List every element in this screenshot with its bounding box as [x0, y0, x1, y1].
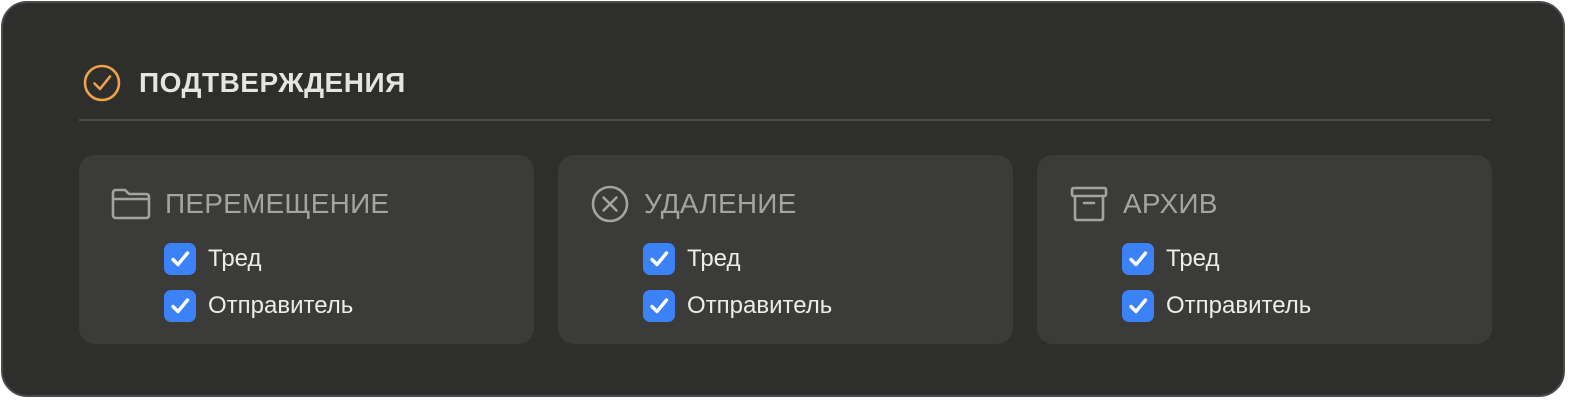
group-label: УДАЛЕНИЕ	[644, 188, 797, 219]
checkmark-icon	[1129, 251, 1148, 267]
group-header: УДАЛЕНИЕ	[588, 184, 796, 224]
checkmark-icon	[1129, 298, 1148, 314]
archive-box-icon	[1067, 184, 1111, 224]
group-header: ПЕРЕМЕЩЕНИЕ	[109, 184, 389, 224]
sender-option: Отправитель	[164, 289, 353, 323]
option-label: Тред	[687, 245, 741, 272]
group-header: АРХИВ	[1067, 184, 1218, 224]
confirmation-groups: ПЕРЕМЕЩЕНИЕ Тред Отправитель УДАЛЕНИЕ Тр…	[79, 155, 1492, 344]
move-group: ПЕРЕМЕЩЕНИЕ Тред Отправитель	[79, 155, 534, 344]
option-label: Отправитель	[1166, 292, 1312, 319]
confirmations-panel: ПОДТВЕРЖДЕНИЯ ПЕРЕМЕЩЕНИЕ Тред Отправите…	[1, 1, 1565, 397]
option-label: Тред	[1166, 245, 1220, 272]
folder-icon	[109, 184, 153, 224]
sender-checkbox[interactable]	[643, 290, 675, 322]
group-label: ПЕРЕМЕЩЕНИЕ	[165, 188, 390, 219]
section-header: ПОДТВЕРЖДЕНИЯ	[81, 61, 406, 105]
sender-checkbox[interactable]	[1122, 290, 1154, 322]
divider	[79, 119, 1491, 121]
check-circle-icon	[81, 62, 123, 104]
archive-group: АРХИВ Тред Отправитель	[1037, 155, 1492, 344]
x-circle-icon	[588, 184, 632, 224]
option-label: Отправитель	[687, 292, 833, 319]
thread-checkbox[interactable]	[164, 243, 196, 275]
option-label: Отправитель	[208, 292, 354, 319]
group-label: АРХИВ	[1123, 188, 1218, 219]
checkmark-icon	[171, 251, 190, 267]
thread-option: Тред	[1122, 242, 1219, 276]
thread-checkbox[interactable]	[1122, 243, 1154, 275]
checkmark-icon	[650, 298, 669, 314]
thread-checkbox[interactable]	[643, 243, 675, 275]
thread-option: Тред	[643, 242, 740, 276]
option-label: Тред	[208, 245, 262, 272]
checkmark-icon	[650, 251, 669, 267]
delete-group: УДАЛЕНИЕ Тред Отправитель	[558, 155, 1013, 344]
checkmark-icon	[171, 298, 190, 314]
sender-option: Отправитель	[1122, 289, 1311, 323]
section-title: ПОДТВЕРЖДЕНИЯ	[139, 67, 406, 98]
sender-option: Отправитель	[643, 289, 832, 323]
thread-option: Тред	[164, 242, 261, 276]
sender-checkbox[interactable]	[164, 290, 196, 322]
